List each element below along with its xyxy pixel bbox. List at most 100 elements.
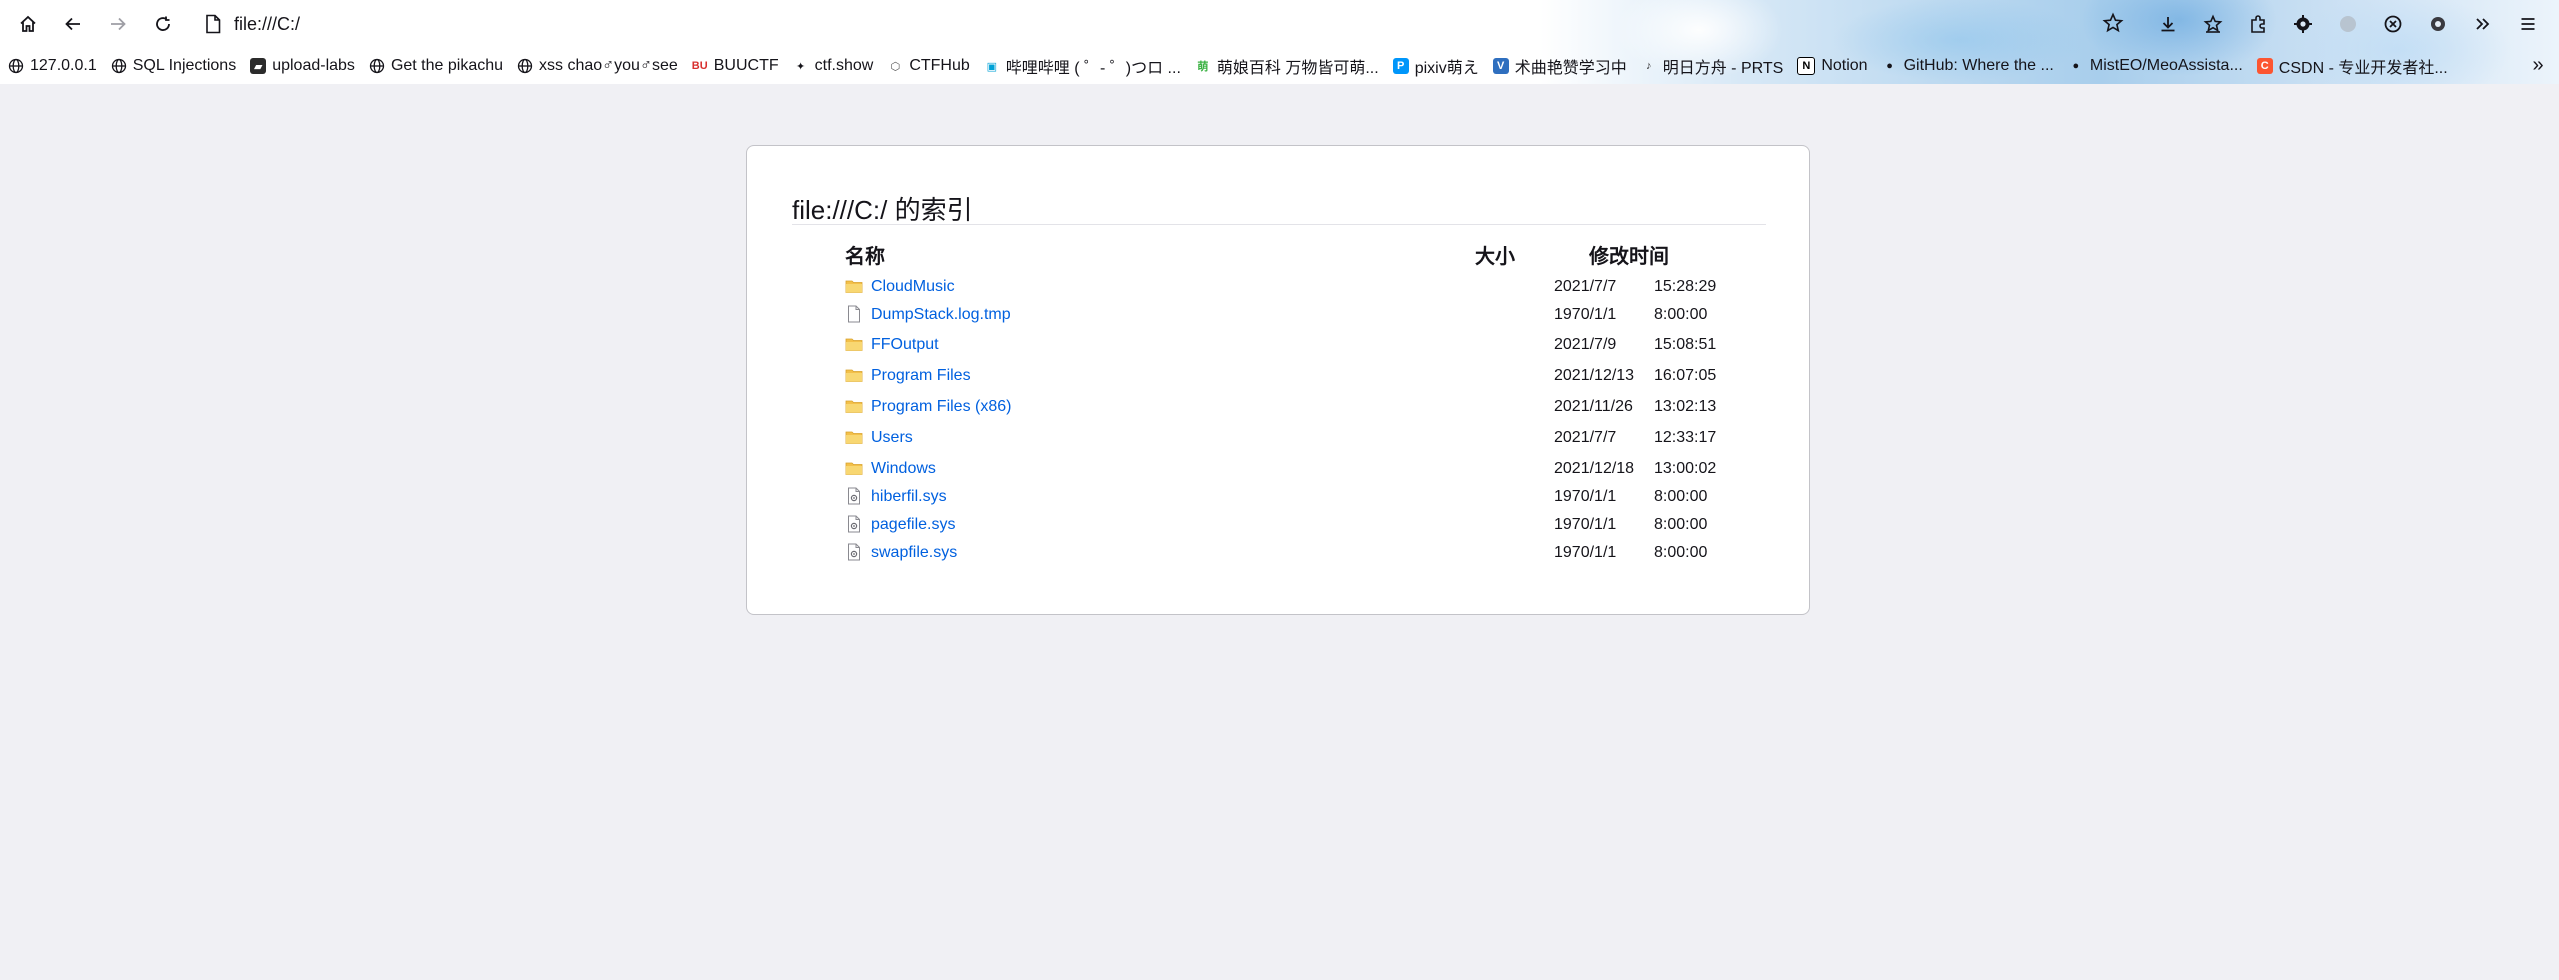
table-row: DumpStack.log.tmp 1970/1/1 8:00:00 (845, 302, 1745, 328)
bookmark-item[interactable]: BU BUUCTF (684, 53, 785, 79)
table-row: hiberfil.sys 1970/1/1 8:00:00 (845, 484, 1745, 510)
file-link[interactable]: Windows (871, 460, 936, 478)
bookmark-item[interactable]: ⬡ CTFHub (879, 53, 975, 79)
modified-date: 2021/7/7 (1554, 278, 1617, 295)
bookmark-item[interactable]: Ppixiv萌え (1385, 53, 1485, 79)
file-link[interactable]: Program Files (x86) (871, 398, 1011, 416)
hamburger-menu-icon[interactable] (2513, 10, 2543, 38)
download-icon[interactable] (2153, 10, 2183, 38)
shield-icon[interactable] (2378, 10, 2408, 38)
directory-listing: file:///C:/ 的索引 名称 大小 修改时间 CloudMusic 202… (746, 145, 1810, 615)
folder-icon (845, 459, 863, 477)
modified-time: 8:00:00 (1654, 516, 1708, 533)
url-text[interactable]: file:///C:/ (234, 14, 300, 35)
file-link[interactable]: Users (871, 429, 913, 447)
modified-date: 1970/1/1 (1554, 544, 1617, 561)
bookmark-item[interactable]: ♪ 明日方舟 - PRTS (1633, 53, 1790, 79)
github-icon: ● (1886, 60, 1893, 72)
bookmark-item[interactable]: V 术曲艳赞学习中 (1485, 53, 1633, 79)
back-arrow-icon[interactable] (56, 10, 90, 38)
globe-icon (111, 58, 127, 74)
bookmark-label: Notion (1821, 57, 1868, 74)
bookmark-item[interactable]: Get the pikachu (361, 53, 509, 79)
modified-time: 8:00:00 (1654, 488, 1708, 505)
file-link[interactable]: pagefile.sys (871, 516, 956, 534)
folder-icon (845, 335, 863, 353)
modified-time: 13:02:13 (1654, 398, 1717, 415)
bookmark-item[interactable]: ✦ ctf.show (785, 53, 880, 79)
modified-time: 8:00:00 (1654, 306, 1708, 323)
bookmark-label: upload-labs (272, 57, 355, 74)
bookmark-item[interactable]: C CSDN - 专业开发者社... (2249, 53, 2454, 79)
pixiv-icon: P (1392, 58, 1409, 74)
folder-icon (845, 397, 863, 415)
modified-date: 2021/7/9 (1554, 336, 1617, 353)
page-icon (206, 14, 221, 34)
bookmark-item[interactable]: ● GitHub: Where the ... (1874, 53, 2060, 79)
bookmark-item[interactable]: 127.0.0.1 (0, 53, 103, 79)
file-link[interactable]: CloudMusic (871, 278, 955, 296)
bookmark-label: MistEO/MeoAssista... (2089, 57, 2243, 74)
v-icon: V (1492, 58, 1509, 74)
bookmark-star-icon[interactable] (2198, 10, 2228, 38)
bookmark-label: 哔哩哔哩 ( ゜- ゜)つロ ... (1005, 60, 1181, 77)
bookmark-label: pixiv萌え (1414, 60, 1479, 77)
browser-toolbar: file:///C:/ 127.0.0.1 SQL Injections ▰ u… (0, 0, 2559, 84)
column-header-modified[interactable]: 修改时间 (1589, 240, 1669, 269)
table-row: Windows 2021/12/18 13:00:02 (845, 456, 1745, 482)
column-header-name[interactable]: 名称 (845, 240, 885, 269)
bookmark-item[interactable]: xss chao♂you♂see (509, 53, 684, 79)
bookmark-label: 萌娘百科 万物皆可萌... (1216, 60, 1379, 77)
modified-time: 15:08:51 (1654, 336, 1717, 353)
bilibili-icon: ▣ (986, 60, 997, 73)
bookmark-label: 明日方舟 - PRTS (1662, 60, 1784, 77)
reload-icon[interactable] (146, 10, 180, 38)
gear-icon[interactable] (2423, 10, 2453, 38)
modified-date: 1970/1/1 (1554, 488, 1617, 505)
table-row: Program Files (x86) 2021/11/26 13:02:13 (845, 394, 1745, 420)
ctfshow-icon: ✦ (796, 60, 806, 73)
modified-time: 13:00:02 (1654, 460, 1717, 477)
bookmark-label: BUUCTF (713, 57, 779, 74)
bookmark-item[interactable]: 萌萌娘百科 万物皆可萌... (1187, 53, 1385, 79)
bookmark-item[interactable]: N Notion (1789, 53, 1873, 79)
modified-time: 15:28:29 (1654, 278, 1717, 295)
table-row: Users 2021/7/7 12:33:17 (845, 425, 1745, 451)
address-bar[interactable]: file:///C:/ (196, 6, 2124, 42)
modified-date: 1970/1/1 (1554, 306, 1617, 323)
file-link[interactable]: DumpStack.log.tmp (871, 306, 1011, 324)
bookmarks-toolbar: 127.0.0.1 SQL Injections ▰ upload-labs Get t… (0, 52, 2559, 80)
github-icon: ● (2072, 60, 2080, 72)
forward-arrow-icon[interactable] (101, 10, 135, 38)
modified-date: 2021/7/7 (1554, 429, 1617, 446)
star-icon[interactable] (2102, 12, 2124, 34)
extensions-icon[interactable] (2243, 10, 2273, 38)
modified-date: 2021/11/26 (1554, 398, 1633, 415)
bookmark-label: 127.0.0.1 (30, 57, 97, 74)
bookmark-label: Get the pikachu (390, 57, 504, 74)
modified-time: 12:33:17 (1654, 429, 1717, 446)
bookmark-item[interactable]: ● MistEO/MeoAssista... (2060, 53, 2249, 79)
folder-icon (845, 277, 863, 295)
file-link[interactable]: FFOutput (871, 336, 939, 354)
bookmark-label: CTFHub (909, 57, 970, 74)
modified-date: 2021/12/13 (1554, 367, 1635, 384)
bookmarks-overflow-icon[interactable]: » (2525, 52, 2551, 78)
bookmark-item[interactable]: SQL Injections (103, 53, 242, 79)
bookmark-item[interactable]: ▰ upload-labs (242, 53, 361, 79)
column-header-size[interactable]: 大小 (1475, 240, 1515, 269)
overflow-chevron-icon[interactable] (2468, 10, 2498, 38)
bookmark-label: ctf.show (814, 57, 874, 74)
file-link[interactable]: swapfile.sys (871, 544, 957, 562)
profile-icon[interactable] (2333, 10, 2363, 38)
modified-date: 1970/1/1 (1554, 516, 1617, 533)
system-file-icon (845, 487, 863, 505)
file-link[interactable]: Program Files (871, 367, 971, 385)
navigation-row: file:///C:/ (0, 0, 2559, 48)
bookmark-item[interactable]: ▣ 哔哩哔哩 ( ゜- ゜)つロ ... (976, 53, 1187, 79)
settings-gear-icon[interactable] (2288, 10, 2318, 38)
file-link[interactable]: hiberfil.sys (871, 488, 947, 506)
globe-icon (517, 58, 533, 74)
table-row: pagefile.sys 1970/1/1 8:00:00 (845, 512, 1745, 538)
home-icon[interactable] (11, 10, 45, 38)
